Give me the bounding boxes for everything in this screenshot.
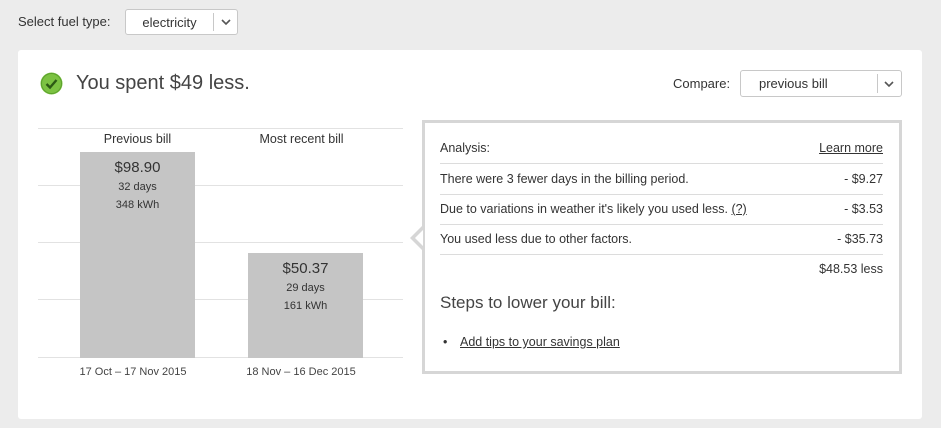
bar-amount: $98.90 [114, 159, 161, 176]
bar-previous-bill[interactable]: $98.90 32 days 348 kWh [80, 152, 195, 358]
compare-select[interactable]: previous bill [740, 70, 902, 97]
analysis-title: Analysis: [440, 141, 491, 155]
add-tips-link[interactable]: Add tips to your savings plan [460, 335, 620, 349]
analysis-header-row: Analysis: Learn more [440, 133, 883, 164]
bar-amount: $50.37 [282, 260, 329, 277]
bar-title-previous: Previous bill [103, 132, 172, 146]
callout-pointer-inner [415, 230, 423, 246]
analysis-row-text: There were 3 fewer days in the billing p… [440, 172, 689, 186]
chevron-down-icon [221, 19, 231, 26]
weather-help-link[interactable]: (?) [731, 202, 746, 216]
check-circle-icon [40, 72, 63, 95]
analysis-row: There were 3 fewer days in the billing p… [440, 164, 883, 195]
analysis-row-value: - $3.53 [844, 202, 883, 216]
gridline [38, 128, 403, 129]
select-divider [213, 13, 214, 31]
chevron-down-icon [884, 81, 894, 88]
analysis-row: You used less due to other factors. - $3… [440, 224, 883, 255]
analysis-row-value: - $35.73 [837, 232, 883, 246]
steps-title: Steps to lower your bill: [440, 293, 616, 312]
period-label-previous: 17 Oct – 17 Nov 2015 [79, 366, 187, 378]
period-label-recent: 18 Nov – 16 Dec 2015 [246, 366, 356, 378]
analysis-row: Due to variations in weather it's likely… [440, 194, 883, 225]
bar-title-recent: Most recent bill [259, 132, 344, 146]
analysis-row-value: - $9.27 [844, 172, 883, 186]
analysis-total-row: $48.53 less [440, 254, 883, 284]
bar-most-recent-bill[interactable]: $50.37 29 days 161 kWh [248, 253, 363, 358]
analysis-total: $48.53 less [819, 262, 883, 276]
bar-kwh: 161 kWh [283, 300, 328, 312]
bar-days: 32 days [118, 181, 157, 193]
bill-bar-chart: Previous bill Most recent bill $98.90 32… [38, 128, 403, 358]
analysis-row-text: You used less due to other factors. [440, 232, 633, 246]
bullet: • [443, 335, 448, 349]
bill-comparison-card: You spent $49 less. Compare: previous bi… [18, 50, 922, 419]
bar-kwh: 348 kWh [115, 199, 160, 211]
select-divider [877, 74, 878, 93]
compare-label: Compare: [673, 76, 731, 91]
analysis-panel: Analysis: Learn more There were 3 fewer … [422, 120, 902, 374]
summary-headline: You spent $49 less. [76, 72, 250, 94]
fuel-type-label: Select fuel type: [18, 14, 111, 29]
fuel-type-select[interactable]: electricity [125, 9, 238, 35]
tip-list-item: • Add tips to your savings plan [443, 335, 620, 349]
compare-value: previous bill [759, 76, 828, 91]
bar-days: 29 days [286, 282, 325, 294]
learn-more-link[interactable]: Learn more [819, 141, 883, 155]
analysis-row-text: Due to variations in weather it's likely… [440, 202, 728, 216]
fuel-type-value: electricity [142, 15, 197, 30]
